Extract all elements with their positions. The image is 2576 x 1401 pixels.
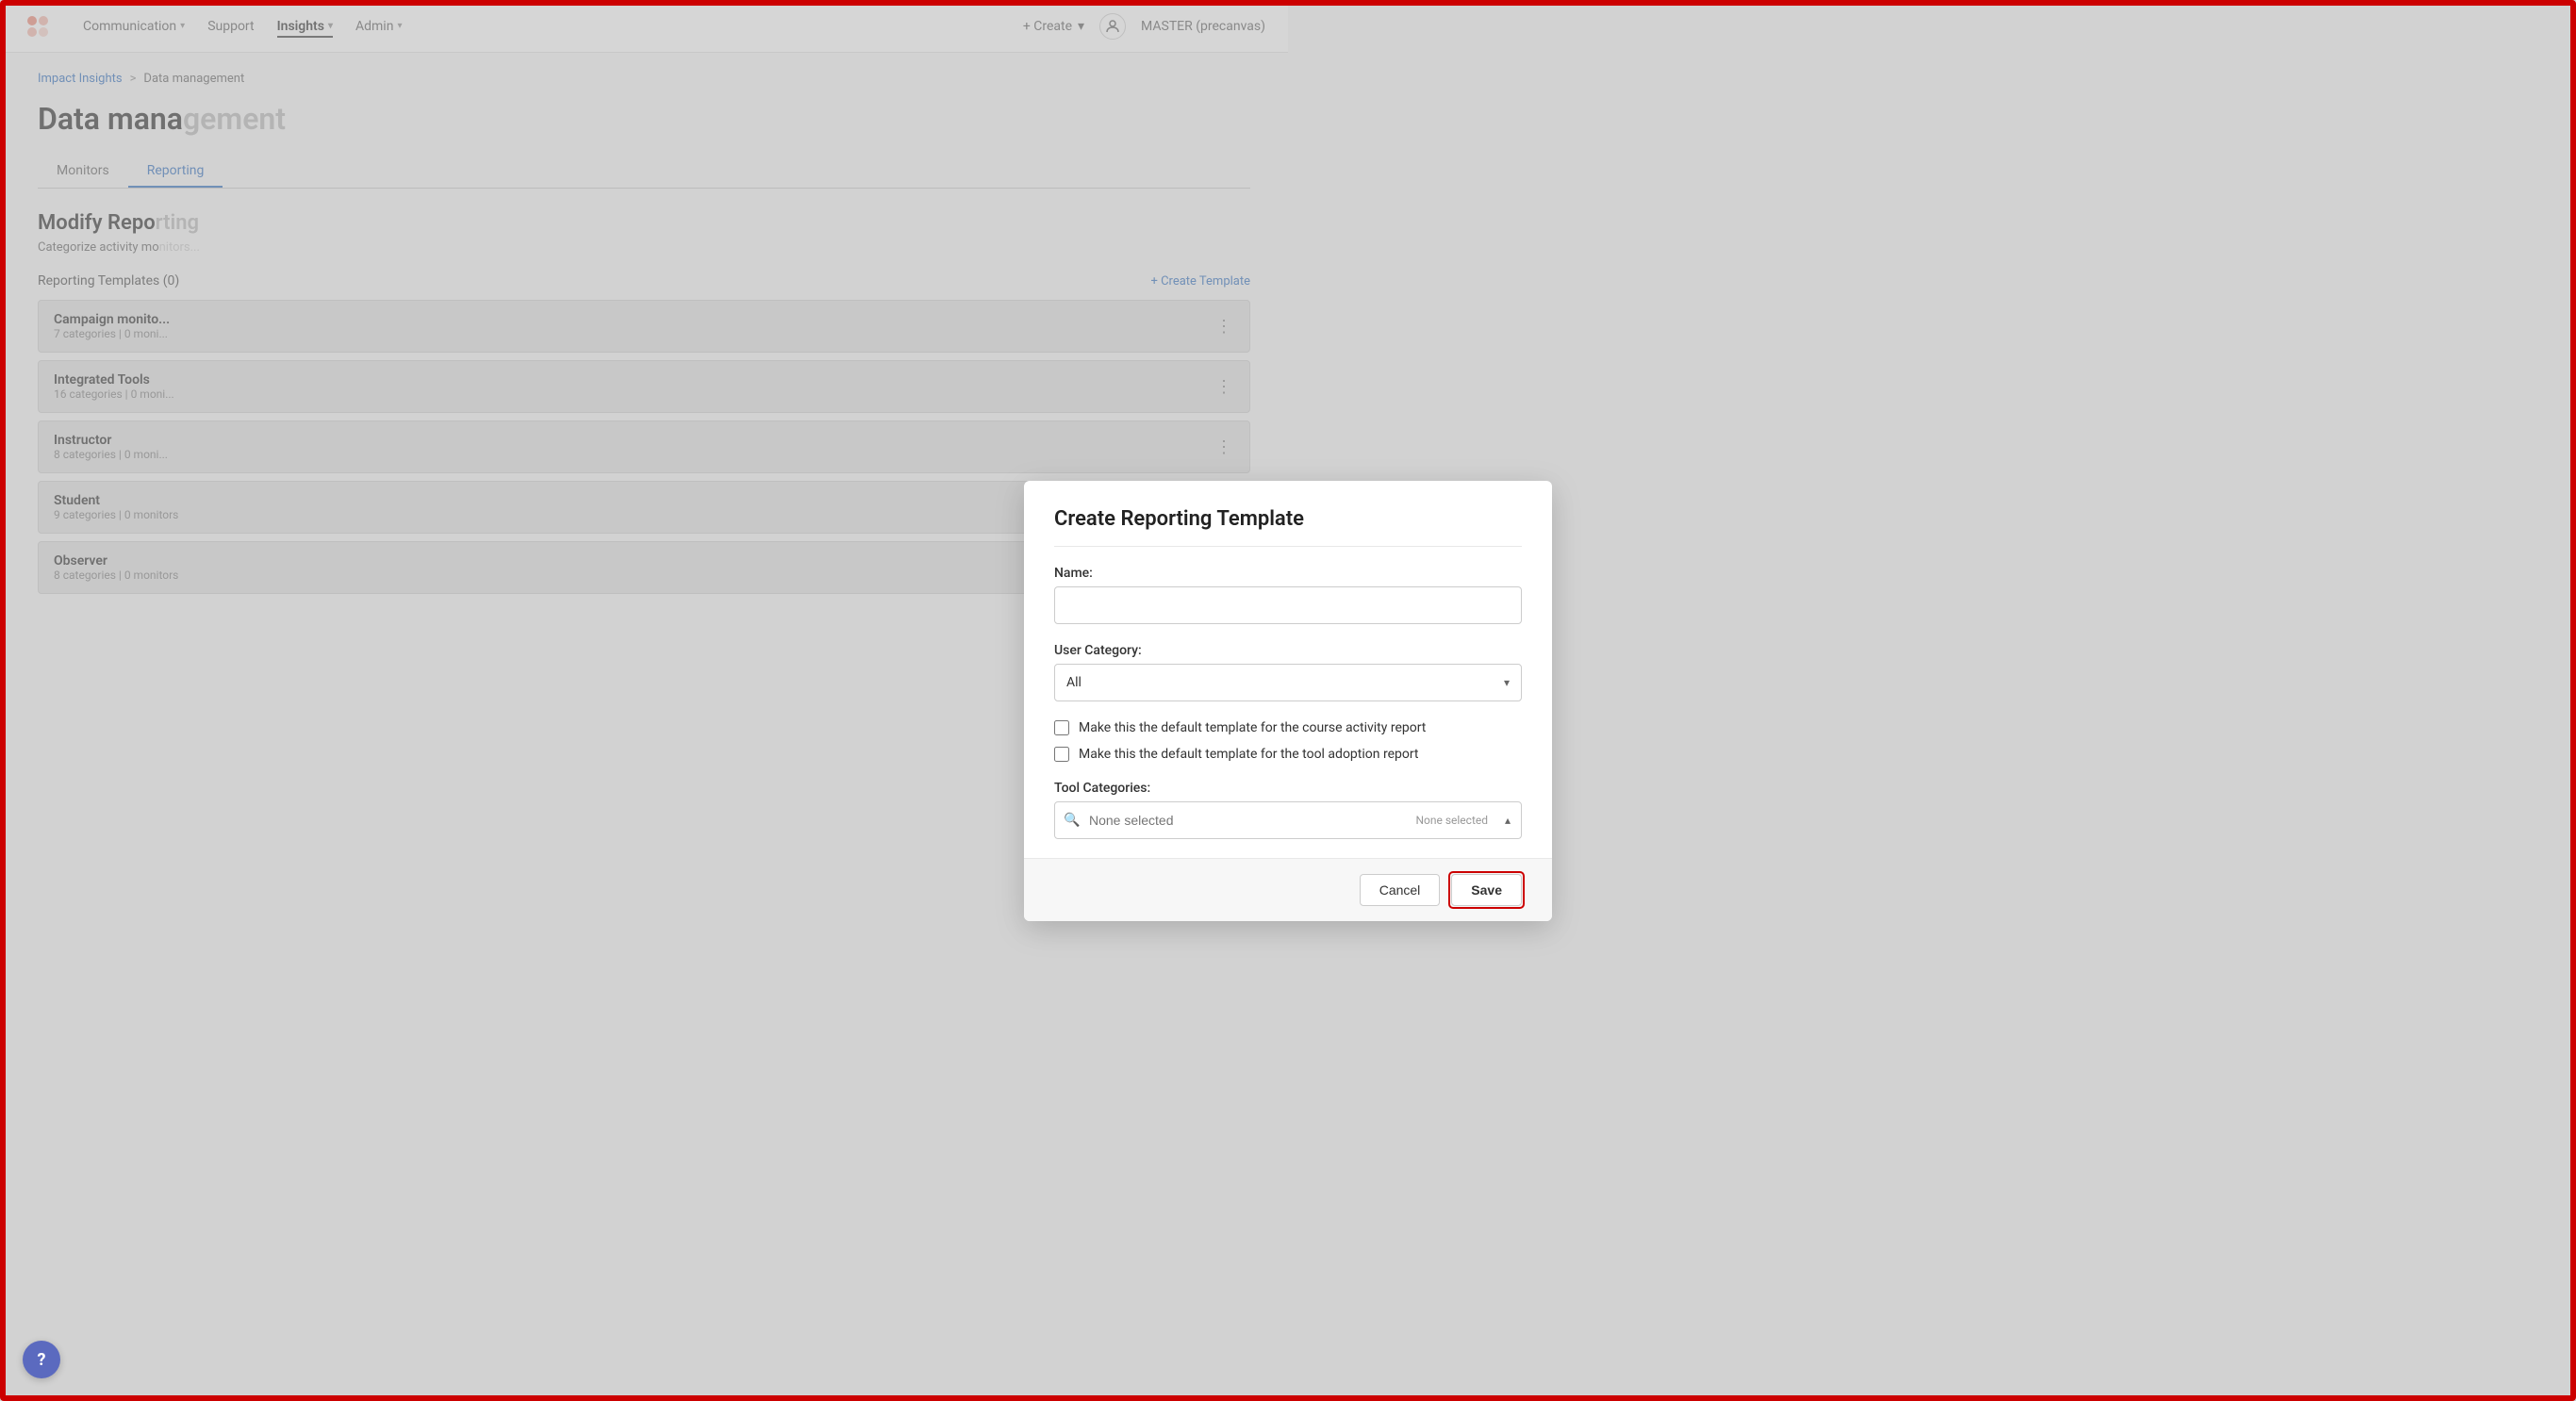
checkbox-course-activity-input[interactable] [1054,720,1069,735]
modal-overlay[interactable]: Create Reporting Template Name: User Cat… [0,0,2576,1401]
create-reporting-template-modal: Create Reporting Template Name: User Cat… [1024,481,1552,921]
checkbox-tool-adoption[interactable]: Make this the default template for the t… [1054,747,1522,762]
user-category-label: User Category: [1054,643,1522,658]
save-button[interactable]: Save [1451,874,1522,906]
help-button[interactable]: ? [23,1341,60,1378]
name-input[interactable] [1054,586,1522,624]
search-icon: 🔍 [1064,813,1080,828]
modal-body: Create Reporting Template Name: User Cat… [1024,481,1552,839]
user-category-select[interactable]: All ▾ [1054,664,1522,701]
cancel-button[interactable]: Cancel [1360,874,1441,906]
modal-footer: Cancel Save [1024,858,1552,921]
tool-categories-label: Tool Categories: [1054,781,1522,796]
name-form-group: Name: [1054,566,1522,624]
user-category-form-group: User Category: All ▾ [1054,643,1522,701]
checkbox-course-activity[interactable]: Make this the default template for the c… [1054,720,1522,735]
chevron-up-icon: ▴ [1505,814,1511,827]
chevron-down-icon: ▾ [1504,676,1510,689]
tool-categories-search-wrapper: 🔍 ▴ None selected [1054,801,1522,839]
user-category-select-wrapper: All ▾ [1054,664,1522,701]
checkbox-group: Make this the default template for the c… [1054,720,1522,762]
name-label: Name: [1054,566,1522,581]
tool-categories-form-group: Tool Categories: 🔍 ▴ None selected [1054,781,1522,839]
tool-categories-input[interactable] [1054,801,1522,839]
modal-title: Create Reporting Template [1054,507,1522,547]
checkbox-tool-adoption-input[interactable] [1054,747,1069,762]
